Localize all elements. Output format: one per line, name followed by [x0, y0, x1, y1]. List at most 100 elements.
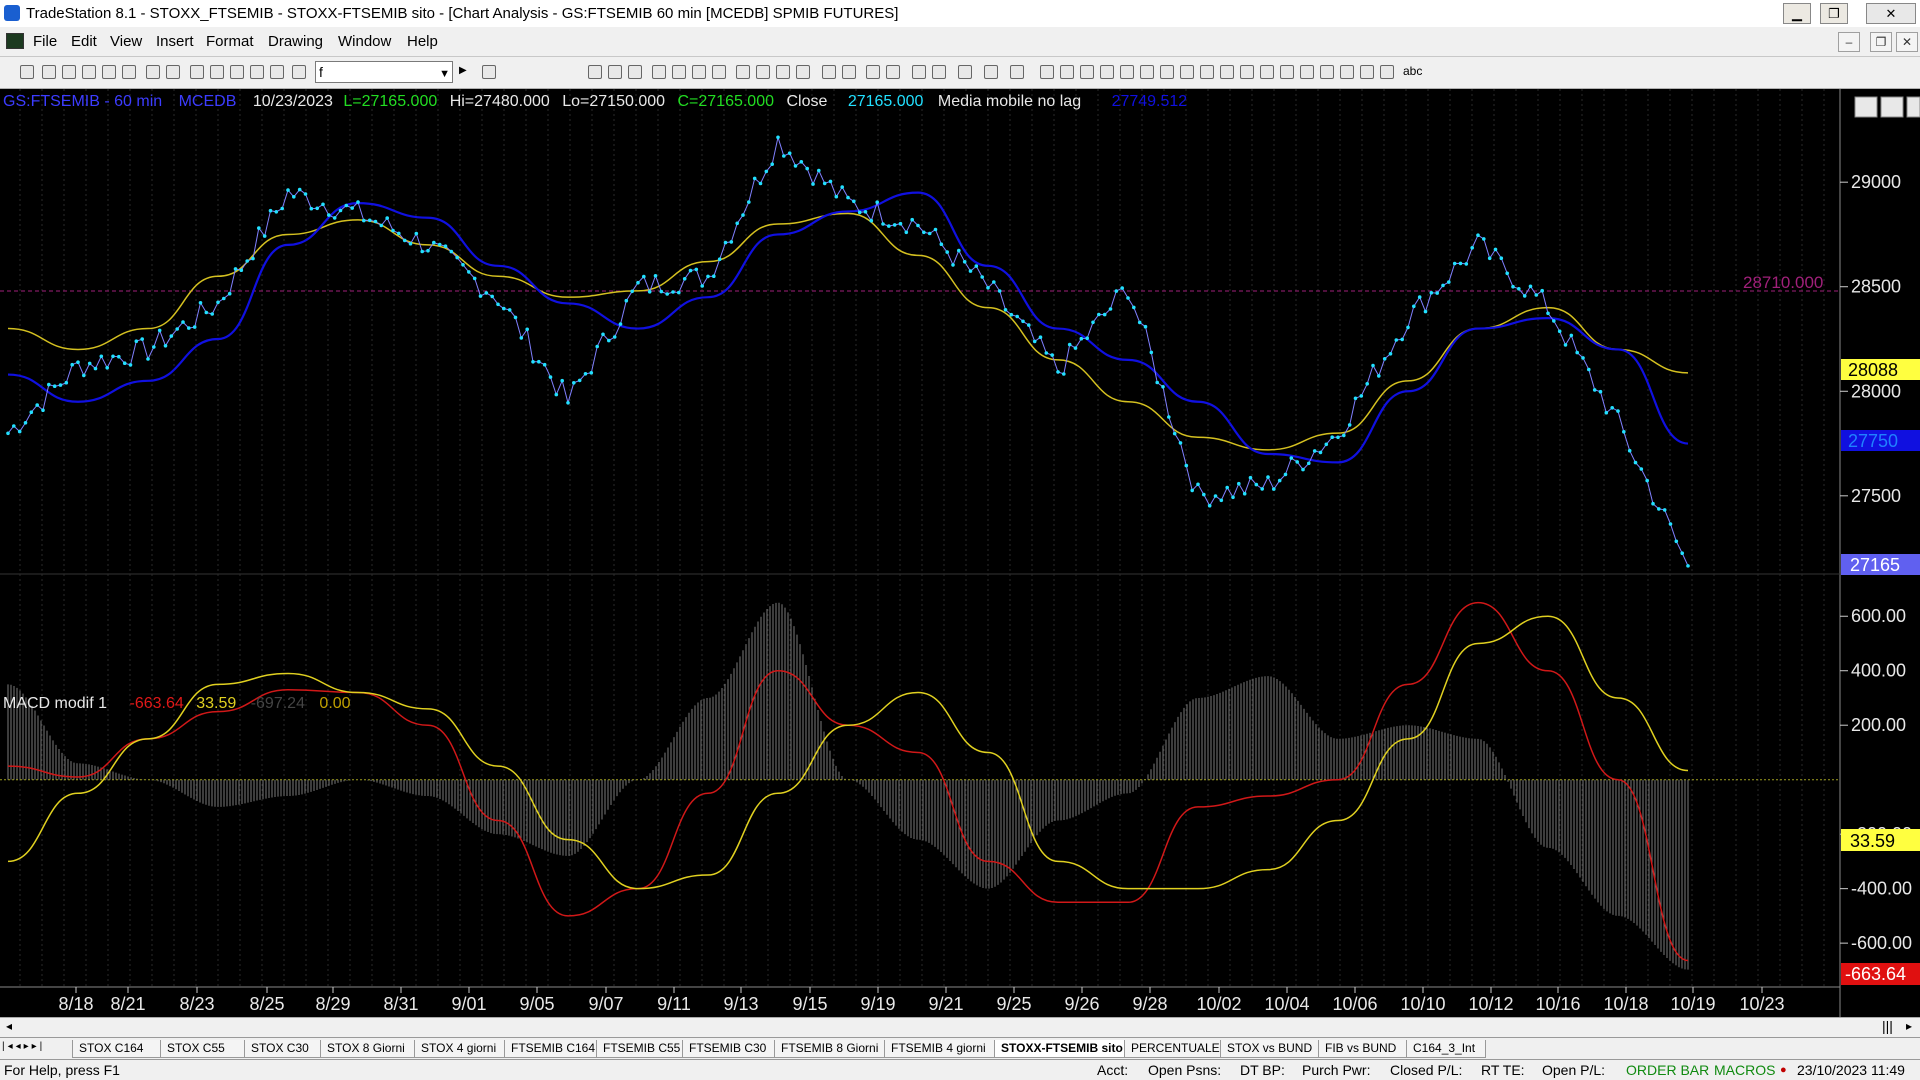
workspace-tab[interactable]: FTSEMIB C164 — [504, 1040, 598, 1058]
line-chart-icon[interactable] — [776, 65, 790, 79]
price-dot — [776, 135, 780, 140]
workspace-tab[interactable]: STOX C30 — [244, 1040, 322, 1058]
zoom-in-icon[interactable] — [866, 65, 880, 79]
chart-analysis-window[interactable]: 28710.000 29000 28500 28000 27500 28088 277… — [0, 89, 1920, 1029]
status-macros[interactable]: MACROS — [1714, 1060, 1775, 1080]
tab-scroll-arrows-icon[interactable]: |◂◂▸▸| — [2, 1041, 45, 1052]
order-bar-icon[interactable] — [984, 65, 998, 79]
chart-canvas[interactable]: 28710.000 29000 28500 28000 27500 28088 277… — [0, 89, 1920, 1017]
horizontal-lines-icon[interactable] — [1080, 65, 1094, 79]
speedline-icon[interactable] — [1120, 65, 1134, 79]
restore-button[interactable]: ❐ — [1820, 3, 1848, 24]
gann-fan-icon[interactable] — [1200, 65, 1214, 79]
menu-view[interactable]: View — [110, 33, 142, 50]
menu-drawing[interactable]: Drawing — [268, 33, 323, 50]
tools-icon[interactable] — [958, 65, 972, 79]
zoom-out-icon[interactable] — [886, 65, 900, 79]
andrews-pitchfork-icon[interactable] — [1140, 65, 1154, 79]
chart-window-icon[interactable] — [6, 33, 24, 49]
workspace-tab[interactable]: STOX 8 Giorni — [320, 1040, 416, 1058]
print-icon[interactable] — [146, 65, 160, 79]
copy-icon[interactable] — [210, 65, 224, 79]
chevron-down-icon[interactable]: ▼ — [439, 64, 450, 84]
scroll-thumb-icon[interactable]: ||| — [1882, 1018, 1893, 1034]
mdi-close-button[interactable]: ✕ — [1896, 32, 1918, 52]
workspace-tab[interactable]: FIB vs BUND — [1318, 1040, 1408, 1058]
workspace-tab[interactable]: PERCENTUALE — [1124, 1040, 1222, 1058]
new-workspace-icon[interactable] — [82, 65, 96, 79]
format-symbol-icon[interactable] — [608, 65, 622, 79]
workspace-tab[interactable]: C164_3_Int — [1406, 1040, 1486, 1058]
scroll-left-icon[interactable]: ◂ — [6, 1019, 12, 1033]
pointer-icon[interactable] — [912, 65, 926, 79]
data-window-icon[interactable] — [628, 65, 642, 79]
vertical-lines-icon[interactable] — [1060, 65, 1074, 79]
cut-icon[interactable] — [190, 65, 204, 79]
new-icon[interactable] — [20, 65, 34, 79]
save-icon[interactable] — [62, 65, 76, 79]
status-order-bar[interactable]: ORDER BAR — [1626, 1060, 1709, 1080]
fibonacci-icon[interactable] — [1160, 65, 1174, 79]
cycle-lines-icon[interactable] — [1300, 65, 1314, 79]
horizontal-ray-icon[interactable] — [1220, 65, 1234, 79]
pencil-icon[interactable] — [1280, 65, 1294, 79]
open-workspace-icon[interactable] — [102, 65, 116, 79]
open-icon[interactable] — [42, 65, 56, 79]
menu-help[interactable]: Help — [407, 33, 438, 50]
indicator-icon[interactable] — [652, 65, 666, 79]
symbol-search-icon[interactable] — [482, 65, 496, 79]
ellipse-icon[interactable] — [1360, 65, 1374, 79]
price-dot — [1587, 367, 1591, 372]
paste-icon[interactable] — [270, 65, 284, 79]
trendline-icon[interactable] — [1040, 65, 1054, 79]
compress-icon[interactable] — [842, 65, 856, 79]
workspace-tab[interactable]: STOXX-FTSEMIB sito — [994, 1040, 1126, 1058]
format-window-icon[interactable] — [588, 65, 602, 79]
workspace-tab[interactable]: STOX 4 giorni — [414, 1040, 506, 1058]
channel-icon[interactable] — [1100, 65, 1114, 79]
paintbar-icon[interactable] — [692, 65, 706, 79]
crosshair-icon[interactable] — [932, 65, 946, 79]
down-arrow-icon[interactable] — [1320, 65, 1334, 79]
menu-file[interactable]: File — [33, 33, 57, 50]
expand-icon[interactable] — [822, 65, 836, 79]
menu-insert[interactable]: Insert — [156, 33, 194, 50]
horizontal-scrollbar[interactable]: ◂ ||| ▸ — [0, 1017, 1920, 1037]
workspace-tab[interactable]: FTSEMIB C30 — [682, 1040, 776, 1058]
go-arrow-icon[interactable]: ▶ — [459, 65, 467, 76]
print-preview-icon[interactable] — [166, 65, 180, 79]
workspace-tab[interactable]: FTSEMIB C55 — [596, 1040, 684, 1058]
workspace-tab[interactable]: STOX C164 — [72, 1040, 162, 1058]
link-icon[interactable] — [292, 65, 306, 79]
histogram-icon[interactable] — [796, 65, 810, 79]
workspace-tab[interactable]: FTSEMIB 4 giorni — [884, 1040, 996, 1058]
strategy-icon[interactable] — [672, 65, 686, 79]
minimize-button[interactable]: ▁ — [1783, 3, 1811, 24]
arc-icon[interactable] — [1260, 65, 1274, 79]
price-dot — [122, 361, 127, 366]
mdi-minimize-button[interactable]: – — [1838, 32, 1860, 52]
close-button[interactable]: ✕ — [1866, 3, 1916, 24]
candlestick-icon[interactable] — [736, 65, 750, 79]
disabled-tool-icon[interactable] — [1010, 65, 1024, 79]
paint-icon[interactable] — [250, 65, 264, 79]
price-dot — [618, 322, 623, 326]
menu-format[interactable]: Format — [206, 33, 254, 50]
parallel-lines-icon[interactable] — [1240, 65, 1254, 79]
save-workspace-icon[interactable] — [122, 65, 136, 79]
menu-window[interactable]: Window — [338, 33, 391, 50]
workspace-tab[interactable]: STOX C55 — [160, 1040, 246, 1058]
up-arrow-icon[interactable] — [1340, 65, 1354, 79]
lock-icon[interactable] — [230, 65, 244, 79]
showme-icon[interactable] — [712, 65, 726, 79]
workspace-tab[interactable]: STOX vs BUND — [1220, 1040, 1320, 1058]
bar-chart-icon[interactable] — [756, 65, 770, 79]
rectangle-icon[interactable] — [1380, 65, 1394, 79]
menu-edit[interactable]: Edit — [71, 33, 97, 50]
workspace-tab[interactable]: FTSEMIB 8 Giorni — [774, 1040, 886, 1058]
scroll-right-icon[interactable]: ▸ — [1906, 1019, 1912, 1033]
text-tool-icon[interactable]: abc — [1403, 64, 1422, 78]
symbol-input[interactable]: f ▼ — [315, 61, 453, 83]
regression-channel-icon[interactable] — [1180, 65, 1194, 79]
mdi-restore-button[interactable]: ❐ — [1870, 32, 1892, 52]
